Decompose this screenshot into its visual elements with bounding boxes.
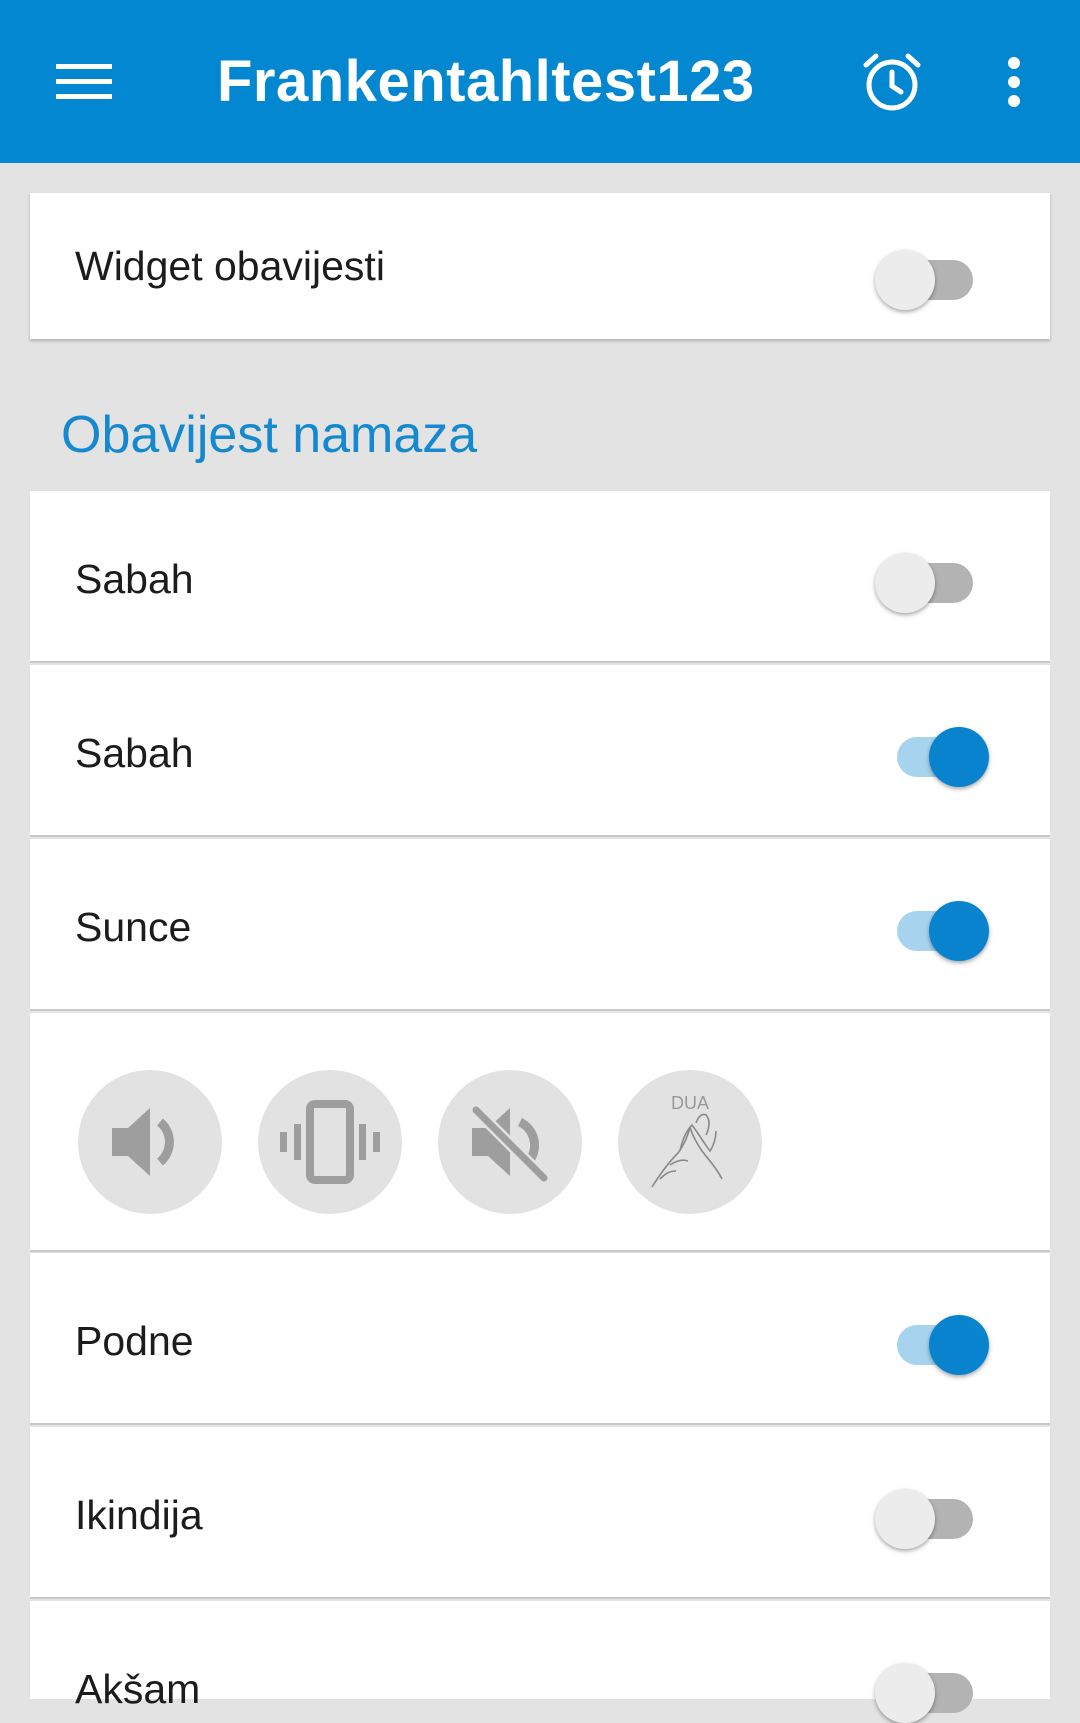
- dua-hands-icon: DUA: [651, 1093, 723, 1188]
- menu-icon: [56, 64, 112, 99]
- prayer-label: Podne: [75, 1318, 194, 1364]
- alarm-button[interactable]: [848, 38, 936, 126]
- alarm-clock-icon: [863, 53, 921, 111]
- widget-switch[interactable]: [875, 238, 985, 310]
- mute-option-button[interactable]: [438, 1070, 582, 1214]
- sound-options-panel: DUA: [30, 1013, 1050, 1252]
- switch-thumb: [875, 250, 935, 310]
- more-options-button[interactable]: [982, 38, 1046, 126]
- vibrate-option-button[interactable]: [258, 1070, 402, 1214]
- dua-option-button[interactable]: DUA: [618, 1070, 762, 1214]
- dua-label: DUA: [671, 1093, 709, 1113]
- widget-card: Widget obavijesti: [30, 193, 1050, 339]
- prayer-switch[interactable]: [875, 1477, 985, 1549]
- volume-up-icon: [112, 1108, 174, 1176]
- menu-button[interactable]: [44, 42, 124, 122]
- more-vert-icon: [1008, 57, 1020, 107]
- prayer-switch[interactable]: [875, 1651, 985, 1723]
- vibrate-icon: [280, 1100, 380, 1184]
- prayer-row-podne[interactable]: Podne: [30, 1253, 1050, 1425]
- switch-thumb: [929, 901, 989, 961]
- switch-thumb: [875, 1489, 935, 1549]
- switch-thumb: [875, 553, 935, 613]
- switch-thumb: [929, 727, 989, 787]
- volume-off-icon: [470, 1104, 550, 1184]
- widget-label: Widget obavijesti: [75, 243, 385, 289]
- prayer-row-sabah-1[interactable]: Sabah: [30, 491, 1050, 663]
- prayer-label: Sabah: [75, 556, 194, 602]
- sound-option-button[interactable]: [78, 1070, 222, 1214]
- switch-thumb: [929, 1315, 989, 1375]
- section-title: Obavijest namaza: [61, 406, 478, 464]
- prayer-switch[interactable]: [875, 1303, 989, 1375]
- app-bar: Frankentahltest123: [0, 0, 1080, 163]
- app-title: Frankentahltest123: [217, 49, 755, 114]
- prayer-label: Sunce: [75, 904, 192, 950]
- switch-thumb: [875, 1663, 935, 1723]
- prayer-label: Akšam: [75, 1666, 201, 1712]
- prayer-switch[interactable]: [875, 715, 989, 787]
- prayer-row-sunce[interactable]: Sunce: [30, 839, 1050, 1011]
- prayer-row-aksam[interactable]: Akšam: [30, 1601, 1050, 1723]
- prayer-row-sabah-2[interactable]: Sabah: [30, 665, 1050, 837]
- prayer-label: Ikindija: [75, 1492, 203, 1538]
- prayer-switch[interactable]: [875, 541, 985, 613]
- prayer-switch[interactable]: [875, 889, 989, 961]
- prayer-label: Sabah: [75, 730, 194, 776]
- prayer-row-ikindija[interactable]: Ikindija: [30, 1427, 1050, 1599]
